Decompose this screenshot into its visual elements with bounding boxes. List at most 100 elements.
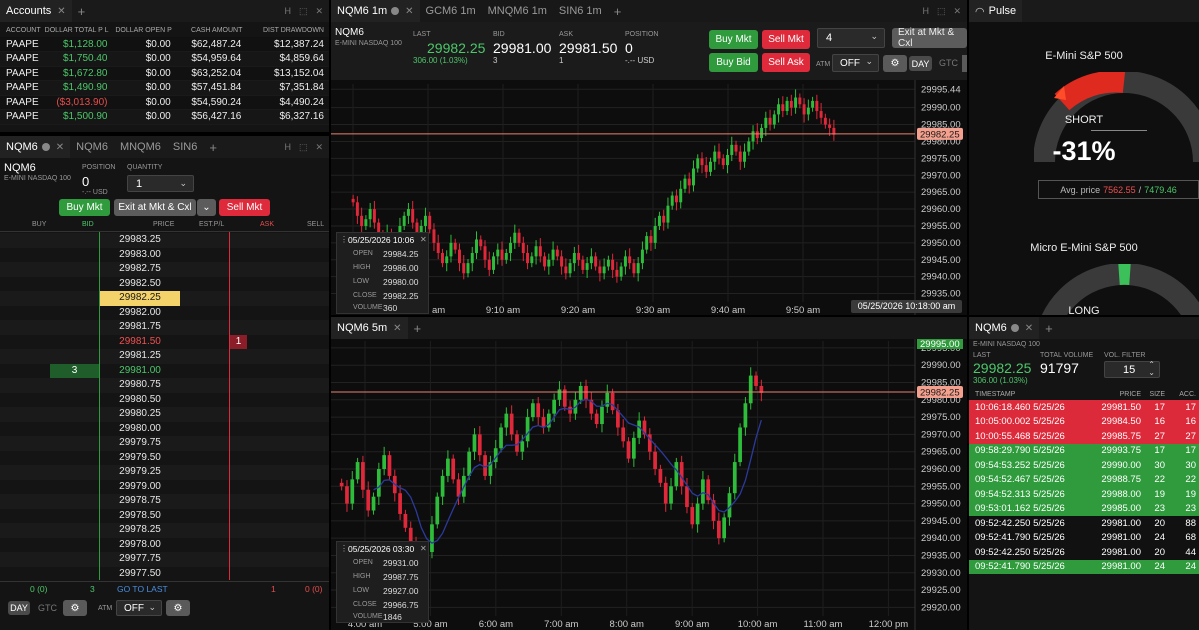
dom-day-button[interactable]: DAY: [8, 601, 30, 615]
tab-nqm6-2[interactable]: NQM6: [70, 136, 114, 158]
ladder-price[interactable]: 29979.25: [100, 465, 180, 480]
ladder-price[interactable]: 29978.00: [100, 538, 180, 553]
table-row[interactable]: 09:52:42.250 5/25/26 29981.00 20 88: [969, 516, 1199, 531]
tab-ts-nqm6[interactable]: NQM6 ✕: [969, 317, 1040, 339]
ladder-row[interactable]: 29981.00 3: [0, 363, 329, 379]
close-icon[interactable]: ✕: [420, 235, 427, 244]
table-row[interactable]: PAAPE $1,500.90 $0.00 $56,427.16 $6,327.…: [0, 109, 329, 125]
ladder-row[interactable]: 29980.75: [0, 378, 329, 393]
table-row[interactable]: 09:54:52.313 5/25/26 29988.00 19 19: [969, 487, 1199, 502]
table-row[interactable]: PAAPE $1,672.80 $0.00 $63,252.04 $13,152…: [0, 66, 329, 81]
tab-sin6-1m[interactable]: SIN6 1m: [553, 0, 608, 22]
ladder-price[interactable]: 29978.50: [100, 509, 180, 524]
col-open[interactable]: DOLLAR OPEN P: [112, 23, 175, 37]
ladder-price[interactable]: 29978.75: [100, 494, 180, 509]
col-total[interactable]: DOLLAR TOTAL P L: [44, 23, 113, 37]
ladder-price[interactable]: 29980.50: [100, 393, 180, 408]
close-icon[interactable]: ✕: [405, 6, 413, 17]
tab-mnqm6[interactable]: MNQM6: [114, 136, 167, 158]
ladder-row[interactable]: 29982.25: [0, 291, 329, 306]
table-row[interactable]: PAAPE $1,750.40 $0.00 $54,959.64 $4,859.…: [0, 51, 329, 67]
ladder-price[interactable]: 29981.00: [100, 364, 180, 379]
chart1-atm-gear-icon[interactable]: ⚙: [883, 55, 907, 72]
chart1-exit-button[interactable]: Exit at Mkt & Cxl: [892, 27, 967, 49]
chart1-buy-mkt-button[interactable]: Buy Mkt: [709, 30, 758, 49]
ladder-row[interactable]: 29979.50: [0, 450, 329, 465]
ladder-price[interactable]: 29981.25: [100, 349, 180, 364]
help-icon[interactable]: H: [284, 6, 291, 17]
ladder-row[interactable]: 29980.00: [0, 421, 329, 437]
ladder-row[interactable]: 29979.00: [0, 479, 329, 495]
bid-size-cell[interactable]: 3: [50, 363, 99, 378]
dom-exit-button[interactable]: Exit at Mkt & Cxl: [114, 199, 196, 216]
table-row[interactable]: 09:53:01.162 5/25/26 29985.00 23 23: [969, 501, 1199, 516]
tab-nqm6[interactable]: NQM6 ✕: [0, 136, 71, 158]
chart1-gear-icon[interactable]: [962, 55, 967, 72]
table-row[interactable]: PAAPE ($3,013.90) $0.00 $54,590.24 $4,49…: [0, 95, 329, 110]
ladder-row[interactable]: 29983.25: [0, 233, 329, 248]
table-row[interactable]: 09:52:42.250 5/25/26 29981.00 20 44: [969, 545, 1199, 560]
ladder-price[interactable]: 29983.00: [100, 248, 180, 263]
dom-gtc-button[interactable]: GTC: [38, 603, 57, 613]
ladder-row[interactable]: 29978.00: [0, 537, 329, 553]
chart1-sell-mkt-button[interactable]: Sell Mkt: [762, 30, 810, 49]
chart1-day-button[interactable]: DAY: [909, 56, 932, 71]
table-row[interactable]: 09:54:53.252 5/25/26 29990.00 30 30: [969, 458, 1199, 473]
ladder-price[interactable]: 29980.00: [100, 422, 180, 437]
ladder-price[interactable]: 29979.00: [100, 480, 180, 495]
close-icon[interactable]: ✕: [420, 544, 427, 553]
close-panel-icon[interactable]: ✕: [953, 6, 961, 17]
ladder-row[interactable]: 29978.75: [0, 494, 329, 509]
ladder-price[interactable]: 29981.50: [100, 335, 180, 350]
table-row[interactable]: 10:05:00.002 5/25/26 29984.50 16 16: [969, 414, 1199, 429]
ladder-price[interactable]: 29982.75: [100, 262, 180, 277]
dom-exit-dropdown-icon[interactable]: ⌄: [197, 199, 216, 216]
ladder-row[interactable]: 29977.50: [0, 566, 329, 582]
drag-handle-icon[interactable]: ⋮: [340, 544, 348, 553]
chart1-sell-ask-button[interactable]: Sell Ask: [762, 53, 810, 72]
dom-ladder[interactable]: 29983.25 29983.00 29982.75 29982.50 29982.25…: [0, 233, 329, 581]
ladder-row[interactable]: 29979.25: [0, 465, 329, 480]
ladder-row[interactable]: 29982.00: [0, 305, 329, 321]
tab-gcm6-1m[interactable]: GCM6 1m: [420, 0, 482, 22]
dom-settings-gear-icon[interactable]: ⚙: [63, 600, 87, 616]
ladder-row[interactable]: 29977.75: [0, 552, 329, 567]
ladder-price[interactable]: 29980.75: [100, 378, 180, 393]
tab-sin6[interactable]: SIN6: [167, 136, 203, 158]
close-icon[interactable]: ✕: [393, 323, 401, 334]
ladder-row[interactable]: 29978.50: [0, 508, 329, 524]
tab-mnqm6-1m[interactable]: MNQM6 1m: [482, 0, 553, 22]
ladder-price[interactable]: 29977.75: [100, 552, 180, 567]
ladder-row[interactable]: 29982.75: [0, 262, 329, 277]
tab-accounts[interactable]: Accounts ✕: [0, 0, 72, 22]
ladder-row[interactable]: 29981.50 1: [0, 334, 329, 350]
col-cash[interactable]: CASH AMOUNT: [176, 23, 247, 37]
ts-filter-stepper[interactable]: 15 ⌃ ⌄: [1104, 360, 1160, 378]
chart1-qty-select[interactable]: 4 ⌄: [817, 28, 885, 48]
ladder-price[interactable]: 29982.00: [100, 306, 180, 321]
close-panel-icon[interactable]: ✕: [315, 142, 323, 153]
ladder-row[interactable]: 29978.25: [0, 523, 329, 538]
ladder-row[interactable]: 29982.50: [0, 276, 329, 291]
ask-size-cell[interactable]: 1: [230, 334, 247, 349]
close-icon[interactable]: ✕: [56, 142, 64, 153]
add-tab-icon[interactable]: +: [408, 321, 428, 336]
tab-pulse[interactable]: ◠ Pulse: [969, 0, 1023, 22]
ladder-price[interactable]: 29978.25: [100, 523, 180, 538]
ladder-row[interactable]: 29980.50: [0, 392, 329, 408]
chart1-buy-bid-button[interactable]: Buy Bid: [709, 53, 758, 72]
table-row[interactable]: 10:06:18.460 5/25/26 29981.50 17 17: [969, 400, 1199, 415]
chart1-atm-select[interactable]: OFF ⌄: [832, 54, 879, 72]
ladder-price[interactable]: 29983.25: [100, 233, 180, 248]
help-icon[interactable]: H: [922, 6, 929, 17]
ladder-row[interactable]: 29980.25: [0, 407, 329, 422]
ladder-row[interactable]: 29979.75: [0, 436, 329, 451]
ladder-price[interactable]: 29977.50: [100, 567, 180, 582]
table-row[interactable]: 09:52:41.790 5/25/26 29981.00 24 24: [969, 559, 1199, 574]
minimize-icon[interactable]: ⬚: [299, 6, 308, 17]
table-row[interactable]: 09:58:29.790 5/25/26 29993.75 17 17: [969, 443, 1199, 458]
minimize-icon[interactable]: ⬚: [299, 142, 308, 153]
table-row[interactable]: PAAPE $1,128.00 $0.00 $62,487.24 $12,387…: [0, 37, 329, 52]
table-row[interactable]: 10:00:55.468 5/25/26 29985.75 27 27: [969, 429, 1199, 444]
minimize-icon[interactable]: ⬚: [937, 6, 946, 17]
